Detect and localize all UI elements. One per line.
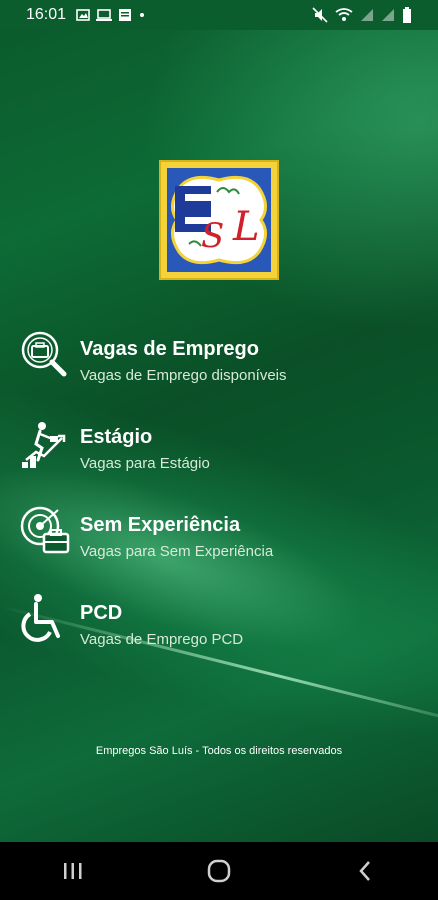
main-menu: Vagas de Emprego Vagas de Emprego dispon… <box>18 328 418 680</box>
job-search-icon <box>21 331 67 377</box>
news-icon <box>119 9 132 21</box>
dot-icon <box>140 13 145 17</box>
career-growth-icon <box>22 422 66 468</box>
status-left-icons <box>76 8 146 22</box>
home-button[interactable] <box>189 851 249 891</box>
back-icon <box>359 861 370 881</box>
menu-item-title: Vagas de Emprego <box>80 338 259 360</box>
menu-item-estagio[interactable]: Estágio Vagas para Estágio <box>18 416 418 504</box>
battery-icon <box>403 7 411 23</box>
wifi-icon <box>335 8 353 21</box>
app-logo: S L <box>159 160 279 280</box>
recent-apps-icon <box>64 863 82 879</box>
menu-item-title: Estágio <box>80 426 153 448</box>
menu-item-subtitle: Vagas para Estágio <box>80 455 210 472</box>
main-screen: S L Vagas de Emprego Vagas de Emprego di… <box>0 30 438 842</box>
laptop-icon <box>96 9 113 21</box>
target-briefcase-icon <box>20 506 70 554</box>
signal-icon <box>361 9 373 21</box>
menu-item-title: PCD <box>80 602 123 624</box>
menu-item-subtitle: Vagas de Emprego PCD <box>80 631 244 648</box>
menu-item-subtitle: Vagas de Emprego disponíveis <box>80 367 287 384</box>
wheelchair-icon <box>21 594 60 642</box>
menu-item-sem-experiencia[interactable]: Sem Experiência Vagas para Sem Experiênc… <box>18 504 418 592</box>
menu-item-title: Sem Experiência <box>80 514 241 536</box>
home-icon <box>207 859 231 883</box>
logo-graphic: S L <box>161 162 277 278</box>
logo-letter-l: L <box>232 204 260 250</box>
footer-text: Empregos São Luís - Todos os direitos re… <box>95 745 343 757</box>
menu-item-subtitle: Vagas para Sem Experiência <box>80 543 274 560</box>
status-time: 16:01 <box>26 6 67 23</box>
menu-item-vagas-emprego[interactable]: Vagas de Emprego Vagas de Emprego dispon… <box>18 328 418 416</box>
mute-icon <box>312 7 328 23</box>
menu-item-pcd[interactable]: PCD Vagas de Emprego PCD <box>18 592 418 680</box>
back-button[interactable] <box>335 851 395 891</box>
status-right-icons <box>312 7 412 23</box>
logo-letter-s: S <box>201 216 224 256</box>
status-bar: 16:01 <box>0 0 438 30</box>
navigation-bar <box>0 842 438 900</box>
image-icon <box>76 9 90 21</box>
recent-apps-button[interactable] <box>43 851 103 891</box>
signal-icon <box>382 9 394 21</box>
